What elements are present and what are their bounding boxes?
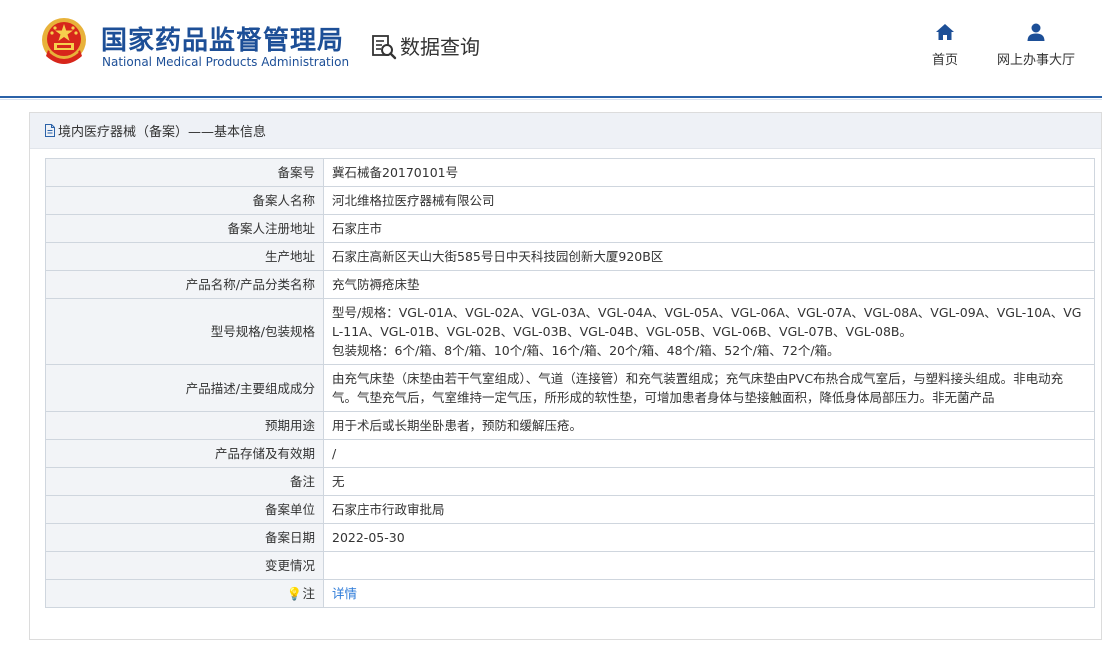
row-key: 产品描述/主要组成成分 [45, 364, 324, 412]
row-key: 产品存储及有效期 [45, 439, 324, 468]
row-key: 备注 [45, 467, 324, 496]
row-key: 备案单位 [45, 495, 324, 524]
row-value: 无 [323, 467, 1095, 496]
home-icon [936, 24, 954, 40]
row-key: 预期用途 [45, 411, 324, 440]
table-row: 备案号 冀石械备20170101号 [45, 158, 1095, 187]
table-row: 产品名称/产品分类名称 充气防褥疮床垫 [45, 270, 1095, 299]
row-value: 石家庄市行政审批局 [323, 495, 1095, 524]
site-name-cn: 国家药品监督管理局 [101, 26, 345, 56]
row-value: 详情 [323, 579, 1095, 608]
panel-header: 境内医疗器械（备案）——基本信息 [30, 113, 1101, 149]
row-key: 备案号 [45, 158, 324, 187]
row-key: 产品名称/产品分类名称 [45, 270, 324, 299]
row-value: 河北维格拉医疗器械有限公司 [323, 186, 1095, 215]
site-header: 国家药品监督管理局 National Medical Products Admi… [0, 0, 1102, 96]
row-key: 备案人名称 [45, 186, 324, 215]
nav-home[interactable]: 首页 [929, 22, 961, 68]
table-row: 💡注 详情 [45, 579, 1095, 608]
table-row: 备案人名称 河北维格拉医疗器械有限公司 [45, 186, 1095, 215]
document-search-icon [372, 34, 397, 59]
nav-online-service-hall[interactable]: 网上办事大厅 [990, 22, 1082, 68]
table-row: 备案单位 石家庄市行政审批局 [45, 495, 1095, 524]
note-key: 💡注 [45, 579, 324, 608]
table-row: 产品存储及有效期 / [45, 439, 1095, 468]
lightbulb-icon: 💡 [286, 586, 303, 601]
record-table: 备案号 冀石械备20170101号 备案人名称 河北维格拉医疗器械有限公司 备案… [45, 158, 1095, 608]
header-divider-light [0, 99, 1102, 100]
table-row: 型号规格/包装规格 型号/规格：VGL-01A、VGL-02A、VGL-03A、… [45, 298, 1095, 365]
site-name-en: National Medical Products Administration [102, 55, 350, 69]
data-query-label: 数据查询 [400, 35, 480, 59]
details-link[interactable]: 详情 [332, 586, 357, 601]
table-row: 备注 无 [45, 467, 1095, 496]
row-value: 石家庄市 [323, 214, 1095, 243]
row-value: 由充气床垫（床垫由若干气室组成）、气道（连接管）和充气装置组成；充气床垫由PVC… [323, 364, 1095, 412]
row-value: / [323, 439, 1095, 468]
table-row: 备案日期 2022-05-30 [45, 523, 1095, 552]
table-row: 预期用途 用于术后或长期坐卧患者，预防和缓解压疮。 [45, 411, 1095, 440]
table-row: 产品描述/主要组成成分 由充气床垫（床垫由若干气室组成）、气道（连接管）和充气装… [45, 364, 1095, 412]
table-row: 生产地址 石家庄高新区天山大街585号日中天科技园创新大厦920B区 [45, 242, 1095, 271]
row-key: 变更情况 [45, 551, 324, 580]
row-key: 生产地址 [45, 242, 324, 271]
row-key: 型号规格/包装规格 [45, 298, 324, 365]
row-key: 备案日期 [45, 523, 324, 552]
panel-title: 境内医疗器械（备案）——基本信息 [58, 125, 267, 140]
document-icon [45, 124, 55, 137]
header-divider [0, 96, 1102, 98]
nav-online-service-hall-label: 网上办事大厅 [996, 53, 1075, 68]
row-value: 充气防褥疮床垫 [323, 270, 1095, 299]
row-value: 石家庄高新区天山大街585号日中天科技园创新大厦920B区 [323, 242, 1095, 271]
nav-home-label: 首页 [931, 53, 958, 68]
data-query-link[interactable]: 数据查询 [370, 31, 480, 60]
national-emblem-icon [42, 18, 86, 64]
table-row: 备案人注册地址 石家庄市 [45, 214, 1095, 243]
detail-panel: 境内医疗器械（备案）——基本信息 备案号 冀石械备20170101号 备案人名称… [29, 112, 1102, 640]
row-key: 备案人注册地址 [45, 214, 324, 243]
row-key: 注 [302, 586, 315, 601]
row-value [323, 551, 1095, 580]
row-value: 冀石械备20170101号 [323, 158, 1095, 187]
row-value: 用于术后或长期坐卧患者，预防和缓解压疮。 [323, 411, 1095, 440]
row-value: 2022-05-30 [323, 523, 1095, 552]
row-value: 型号/规格：VGL-01A、VGL-02A、VGL-03A、VGL-04A、VG… [323, 298, 1095, 365]
table-row: 变更情况 [45, 551, 1095, 580]
user-icon [1027, 23, 1045, 41]
